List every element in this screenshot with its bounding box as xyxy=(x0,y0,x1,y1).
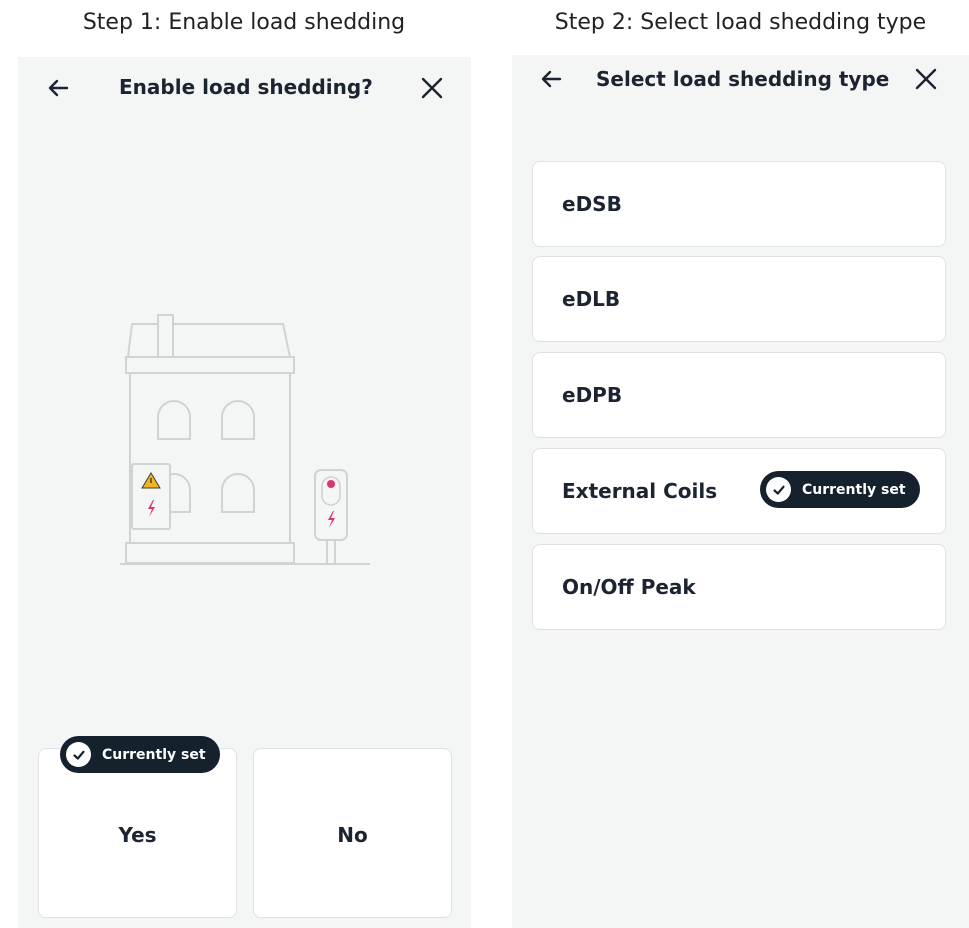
check-circle-icon xyxy=(66,742,91,767)
option-label: eDLB xyxy=(562,287,621,311)
arrow-left-icon[interactable] xyxy=(45,74,73,102)
close-icon[interactable] xyxy=(418,74,446,102)
check-circle-icon xyxy=(766,477,791,502)
currently-set-badge: Currently set xyxy=(60,736,220,773)
option-edlb[interactable]: eDLB xyxy=(532,256,946,342)
option-on-off-peak[interactable]: On/Off Peak xyxy=(532,544,946,630)
option-label: On/Off Peak xyxy=(562,575,696,599)
yes-option-label: Yes xyxy=(118,823,157,847)
no-option-label: No xyxy=(337,823,368,847)
select-load-shedding-type-screen: Select load shedding type eDSB eDLB eDPB… xyxy=(512,55,969,928)
close-icon[interactable] xyxy=(912,65,940,93)
page-title: Select load shedding type xyxy=(596,67,890,91)
option-edsb[interactable]: eDSB xyxy=(532,161,946,247)
option-label: External Coils xyxy=(562,479,718,503)
option-label: eDPB xyxy=(562,383,623,407)
currently-set-badge: Currently set xyxy=(760,471,920,508)
currently-set-label: Currently set xyxy=(102,746,206,763)
house-illustration xyxy=(118,312,378,572)
enable-load-shedding-screen: Enable load shedding? Yes No Currently s… xyxy=(18,57,471,928)
arrow-left-icon[interactable] xyxy=(538,65,566,93)
option-edpb[interactable]: eDPB xyxy=(532,352,946,438)
step-1-caption: Step 1: Enable load shedding xyxy=(82,10,406,35)
step-2-caption: Step 2: Select load shedding type xyxy=(554,10,927,35)
page-title: Enable load shedding? xyxy=(119,75,373,99)
currently-set-label: Currently set xyxy=(802,481,906,498)
no-option-card[interactable]: No xyxy=(253,748,452,918)
yes-option-card[interactable]: Yes xyxy=(38,748,237,918)
option-label: eDSB xyxy=(562,192,622,216)
